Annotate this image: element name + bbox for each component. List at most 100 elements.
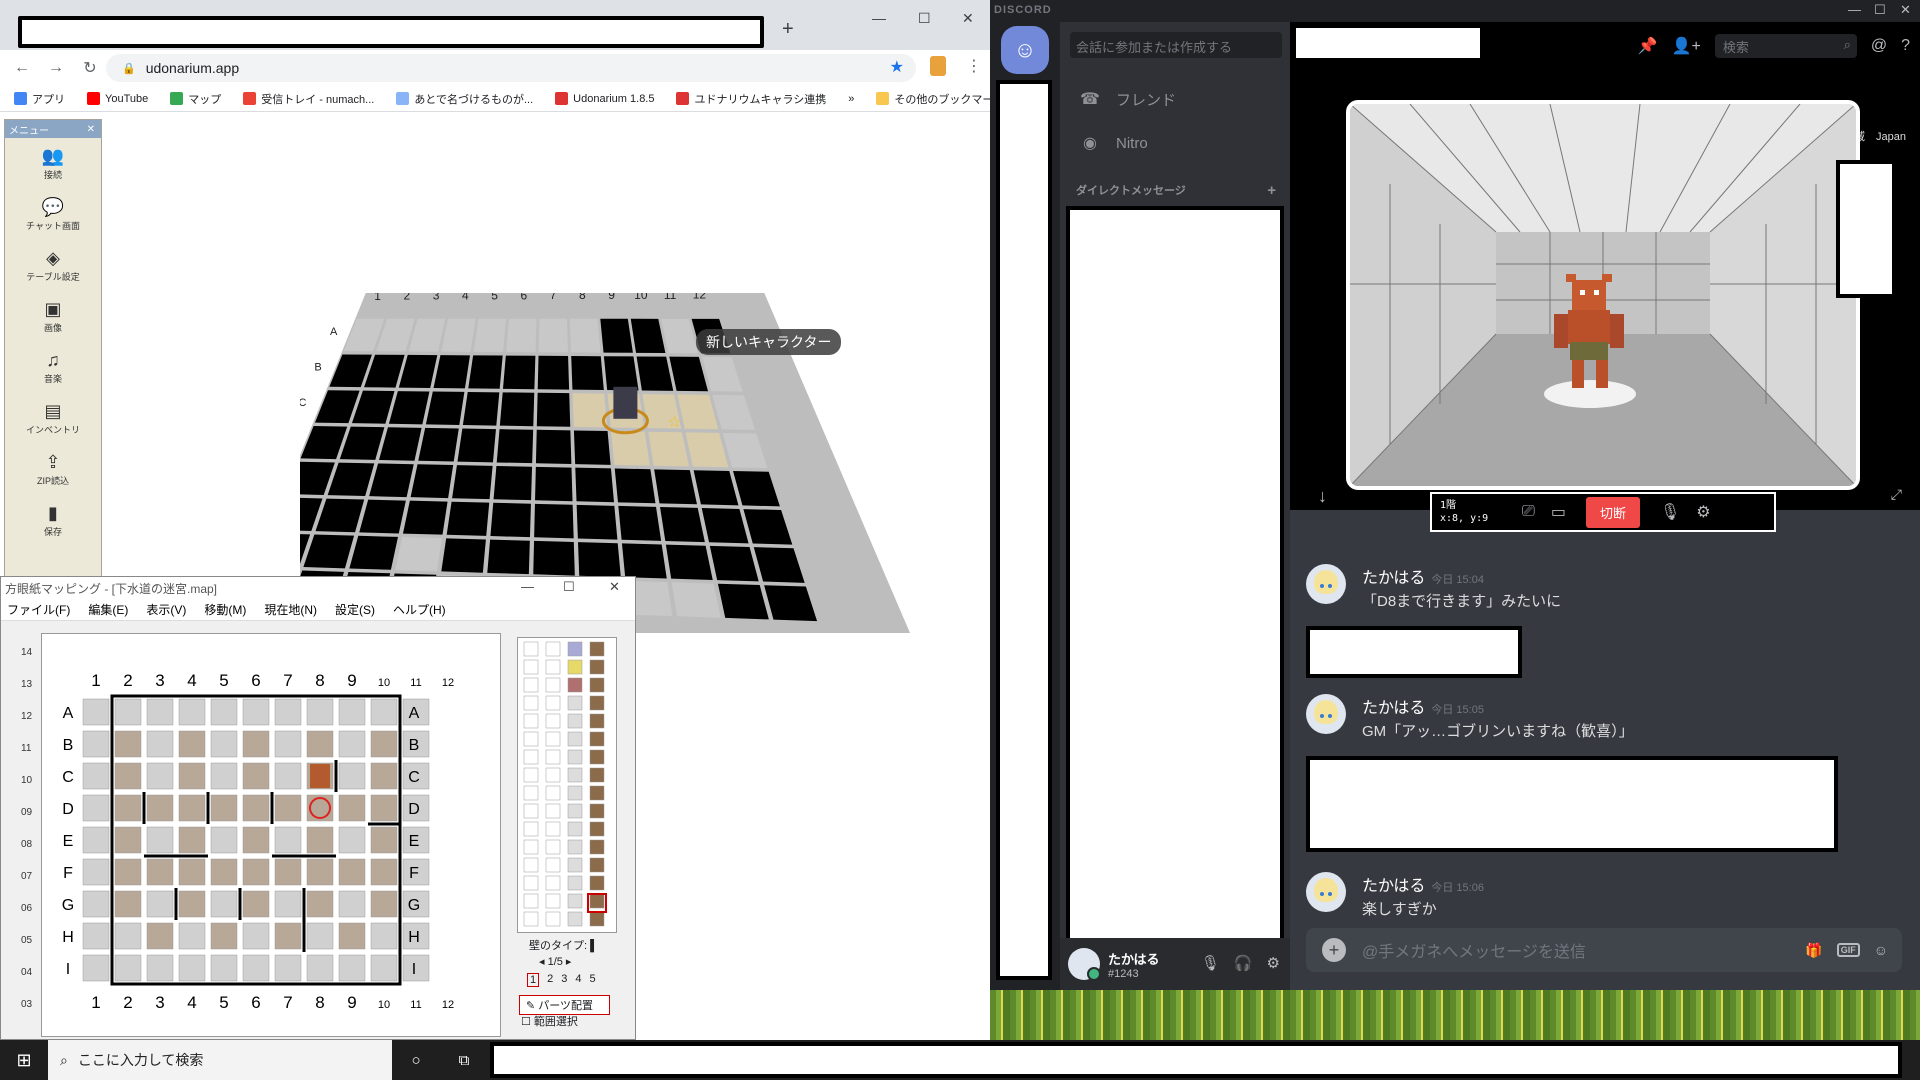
parts-placement-button[interactable]: ✎ パーツ配置	[519, 995, 611, 1015]
add-dm-icon[interactable]: +	[1267, 182, 1276, 199]
gift-icon[interactable]: 🎁	[1805, 942, 1822, 959]
cortana-icon[interactable]: ○	[392, 1052, 440, 1069]
avatar[interactable]	[1306, 872, 1346, 912]
taskbar-search[interactable]: ⌕ ここに入力して検索	[48, 1040, 392, 1080]
disconnect-button[interactable]: 切断	[1585, 496, 1640, 528]
collapse-down-icon[interactable]: ↓	[1318, 486, 1327, 507]
board-cell	[611, 431, 650, 466]
close-icon[interactable]: ✕	[1900, 2, 1911, 18]
extension-icon[interactable]	[930, 56, 946, 76]
menu-item[interactable]: 編集(E)	[88, 601, 128, 618]
minimize-icon[interactable]: —	[872, 10, 886, 26]
menu-item[interactable]: 移動(M)	[204, 601, 246, 618]
range-select-checkbox[interactable]: ☐ 範囲選択	[521, 1013, 578, 1029]
reload-icon[interactable]: ↻	[82, 58, 98, 78]
menu-item[interactable]: 👥 接続	[5, 138, 101, 189]
palette-page-number[interactable]: 1	[527, 973, 540, 987]
palette-page-number[interactable]: 3	[561, 973, 567, 987]
menu-item[interactable]: ⇪ ZIP読込	[5, 444, 101, 495]
emoji-icon[interactable]: ☺	[1874, 942, 1888, 958]
new-tab-icon[interactable]: +	[782, 18, 794, 41]
bookmark-item[interactable]: その他のブックマーク	[876, 91, 990, 107]
microphone-icon[interactable]: 🎙	[1660, 502, 1680, 522]
gif-icon[interactable]: GIF	[1836, 943, 1860, 957]
close-icon[interactable]: ✕	[609, 579, 620, 595]
bookmark-item[interactable]: Udonarium 1.8.5	[555, 92, 654, 105]
palette-page-number[interactable]: 2	[547, 973, 553, 987]
palette-part	[589, 857, 605, 873]
minimize-icon[interactable]: —	[521, 579, 534, 594]
settings-gear-icon[interactable]: ⚙	[1696, 502, 1710, 522]
avatar[interactable]	[1068, 948, 1101, 981]
bookmark-item[interactable]: YouTube	[87, 92, 148, 105]
menu-item[interactable]: ▮ 保存	[5, 495, 101, 546]
message-author[interactable]: たかはる	[1362, 564, 1425, 588]
help-icon[interactable]: ?	[1901, 37, 1910, 55]
microphone-icon[interactable]: 🎙	[1201, 954, 1220, 972]
palette-page-number[interactable]: 4	[575, 973, 581, 987]
menu-item[interactable]: 表示(V)	[146, 601, 186, 618]
map-cell	[178, 730, 206, 758]
screen-share-icon[interactable]: ⎚	[1522, 503, 1535, 521]
search-icon: ⌕	[60, 1051, 68, 1068]
parts-palette[interactable]	[517, 637, 617, 933]
screen-share-stream[interactable]	[1346, 100, 1860, 490]
discord-home-icon[interactable]: ☺	[1001, 26, 1049, 74]
menu-header[interactable]: メニュー ✕	[5, 120, 101, 138]
forward-icon[interactable]: →	[48, 59, 64, 77]
upload-plus-icon[interactable]: +	[1322, 938, 1346, 962]
bookmark-item[interactable]: アプリ	[14, 91, 65, 107]
menu-item[interactable]: ▣ 画像	[5, 291, 101, 342]
dm-list-redacted	[1066, 206, 1284, 950]
bookmark-item[interactable]: マップ	[170, 91, 221, 107]
close-icon[interactable]: ✕	[962, 10, 974, 27]
menu-item[interactable]: 設定(S)	[335, 601, 375, 618]
avatar[interactable]	[1306, 564, 1346, 604]
browser-tab[interactable]	[18, 16, 764, 48]
avatar[interactable]	[1306, 694, 1346, 734]
windows-start-icon[interactable]: ⊞	[0, 1040, 48, 1080]
add-friend-icon[interactable]: 👤+	[1672, 36, 1701, 56]
palette-part	[545, 767, 561, 783]
maximize-icon[interactable]: ☐	[918, 10, 931, 27]
message-input[interactable]: + @手メガネへメッセージを送信 🎁 GIF ☺	[1306, 928, 1902, 972]
camera-icon[interactable]: ▭	[1551, 502, 1566, 522]
bookmark-item[interactable]: 受信トレイ - numach...	[243, 91, 374, 107]
menu-item[interactable]: 💬 チャット画面	[5, 189, 101, 240]
menu-item[interactable]: 現在地(N)	[264, 601, 317, 618]
bookmark-item[interactable]: あとで名づけるものが...	[396, 91, 533, 107]
headphones-icon[interactable]: 🎧	[1234, 954, 1253, 972]
palette-part	[523, 857, 539, 873]
close-icon[interactable]: ✕	[87, 124, 95, 135]
palette-pager[interactable]: ◂ 1/5 ▸	[539, 955, 571, 968]
bookmark-item[interactable]: ユドナリウムキャラシ連携	[676, 91, 826, 107]
fullscreen-icon[interactable]: ⤢	[1891, 486, 1902, 503]
bookmark-star-icon[interactable]: ★	[890, 57, 904, 77]
map-cell	[370, 762, 398, 790]
palette-page-number[interactable]: 5	[590, 973, 596, 987]
settings-gear-icon[interactable]: ⚙	[1267, 954, 1280, 972]
menu-item[interactable]: ▤ インベントリ	[5, 393, 101, 444]
menu-item[interactable]: ファイル(F)	[7, 601, 70, 618]
minimize-icon[interactable]: —	[1848, 2, 1861, 17]
message-author[interactable]: たかはる	[1362, 872, 1425, 896]
mention-icon[interactable]: @	[1871, 37, 1887, 55]
back-icon[interactable]: ←	[14, 59, 30, 77]
menu-item[interactable]: ◈ テーブル設定	[5, 240, 101, 291]
pin-icon[interactable]: 📌	[1638, 36, 1658, 56]
board-cell	[496, 429, 534, 464]
header-search-input[interactable]: 検索 ⌕	[1714, 34, 1857, 58]
bookmark-item[interactable]: »	[848, 93, 854, 105]
maximize-icon[interactable]: ☐	[1874, 2, 1886, 18]
find-conversation-input[interactable]: 会話に参加または作成する	[1070, 32, 1282, 58]
menu-kebab-icon[interactable]: ⋮	[966, 56, 982, 76]
nav-friends[interactable]: ☎ フレンド	[1068, 80, 1282, 118]
task-view-icon[interactable]: ⧉	[440, 1052, 488, 1069]
nav-nitro[interactable]: ◉ Nitro	[1068, 124, 1282, 162]
message-author[interactable]: たかはる	[1362, 694, 1425, 718]
menu-item[interactable]: ♫ 音楽	[5, 342, 101, 393]
omnibox[interactable]: 🔒 udonarium.app ★	[106, 54, 916, 82]
menu-item[interactable]: ヘルプ(H)	[393, 601, 446, 618]
map-grid[interactable]: 1 1 2 2 3 3 4 4 5 5 6 6 7 7 8 8 9 9 10 10 11 11 12 12 A A B B C C D D E E…	[41, 633, 501, 1037]
maximize-icon[interactable]: ☐	[563, 579, 575, 595]
